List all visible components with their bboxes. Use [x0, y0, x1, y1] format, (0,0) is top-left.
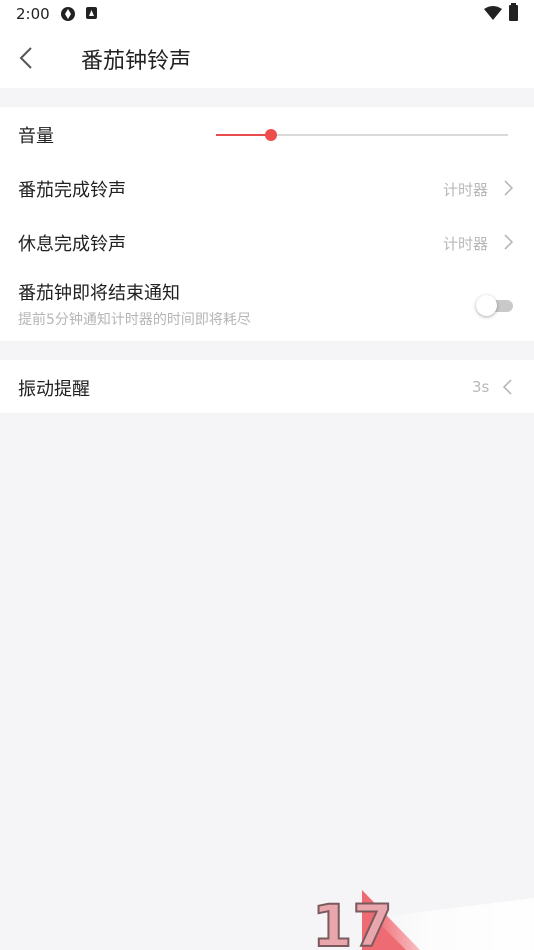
rest-ringtone-value: 计时器: [443, 235, 489, 253]
vibration-label: 振动提醒: [18, 379, 90, 400]
status-time: 2:00: [16, 5, 50, 23]
volume-slider-fill: [216, 134, 271, 136]
volume-label: 音量: [18, 126, 54, 147]
app-bar: 番茄钟铃声: [0, 28, 534, 88]
volume-slider-thumb[interactable]: [265, 129, 277, 141]
watermark-logo: 17: [311, 890, 534, 950]
wifi-icon: [484, 6, 502, 20]
status-bar: 2:00: [0, 0, 534, 28]
chevron-right-icon: [504, 234, 514, 250]
ending-notice-description: 提前5分钟通知计时器的时间即将耗尽: [18, 312, 251, 328]
ringtone-settings-card: 音量 番茄完成铃声 计时器 休息完成铃声 计时器 番茄钟即将结束通知 提前5分钟…: [0, 107, 534, 341]
sync-icon: [61, 7, 75, 21]
tomato-ringtone-label: 番茄完成铃声: [18, 180, 126, 201]
volume-slider[interactable]: [216, 129, 508, 141]
vibration-card: 振动提醒 3s: [0, 360, 534, 413]
toggle-knob: [476, 295, 497, 316]
vibration-value: 3s: [472, 378, 490, 396]
tomato-ringtone-value: 计时器: [443, 181, 489, 199]
notification-icon: [86, 7, 97, 19]
svg-text:17: 17: [312, 892, 393, 950]
chevron-right-icon: [504, 180, 514, 196]
back-arrow-icon[interactable]: [14, 42, 40, 74]
battery-icon: [509, 3, 518, 21]
chevron-left-icon: [502, 379, 512, 395]
page-title: 番茄钟铃声: [81, 49, 192, 74]
rest-ringtone-label: 休息完成铃声: [18, 234, 126, 255]
ending-notice-label: 番茄钟即将结束通知: [18, 283, 180, 304]
ending-notice-toggle[interactable]: [476, 295, 514, 316]
